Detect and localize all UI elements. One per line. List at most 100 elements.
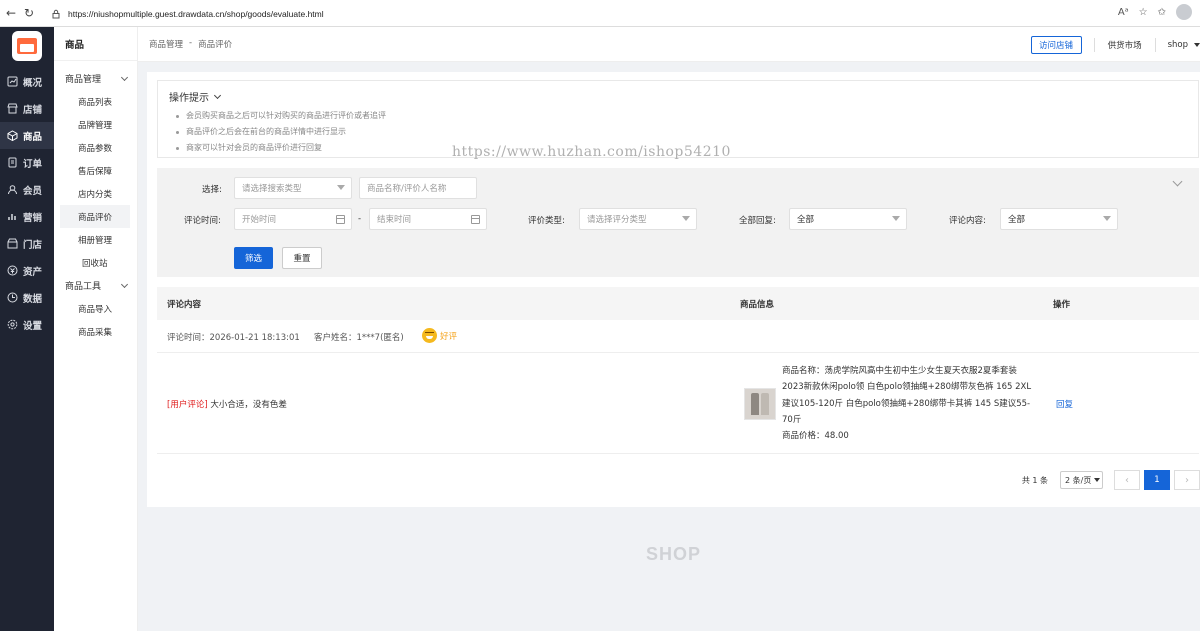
sidebar-item-label: 订单 <box>23 158 43 170</box>
chevron-up-icon <box>120 73 129 81</box>
col-goods: 商品信息 <box>740 299 775 310</box>
footer-logo: SHOP <box>646 544 702 564</box>
tips-toggle[interactable]: 操作提示 <box>169 89 222 104</box>
end-time-placeholder: 结束时间 <box>377 215 412 225</box>
sidebar-item-member[interactable]: 会员 <box>0 176 54 203</box>
content-select[interactable]: 全部 <box>1000 208 1118 230</box>
sidebar-item-shop[interactable]: 门店 <box>0 230 54 257</box>
prev-page-button[interactable]: ‹ <box>1114 470 1140 490</box>
search-type-placeholder: 请选择搜索类型 <box>242 184 302 194</box>
asset-icon <box>7 265 18 276</box>
chevron-up-icon <box>120 280 129 288</box>
filter-panel: 选择: 请选择搜索类型 商品名称/评价人名称 评论时间: 开始时间 - 结束时间… <box>157 168 1199 277</box>
sidebar-item-label: 概况 <box>23 77 43 89</box>
chevron-down-icon[interactable] <box>1172 176 1183 187</box>
breadcrumb-current: 商品评价 <box>198 40 233 50</box>
breadcrumb-goods-management[interactable]: 商品管理 <box>149 38 183 50</box>
supply-market-link[interactable]: 供货市场 <box>1095 39 1155 51</box>
end-time-input[interactable]: 结束时间 <box>369 208 487 230</box>
address-bar[interactable]: https://niushopmultiple.guest.drawdata.c… <box>42 3 1162 24</box>
reply-select[interactable]: 全部 <box>789 208 907 230</box>
col-review: 评论内容 <box>167 299 202 310</box>
customer-name: 客户姓名：1***7(匿名) <box>314 333 404 343</box>
calendar-icon <box>336 215 345 224</box>
sub-item-collect[interactable]: 商品采集 <box>54 320 137 343</box>
reply-link[interactable]: 回复 <box>1056 398 1073 410</box>
dashboard-icon <box>7 76 18 87</box>
user-name: shop <box>1167 39 1188 50</box>
sub-item-evaluate[interactable]: 商品评价 <box>60 205 130 228</box>
profile-avatar[interactable] <box>1176 4 1192 20</box>
reload-icon[interactable]: ↻ <box>18 2 40 24</box>
content-value: 全部 <box>1008 215 1026 225</box>
smile-icon <box>422 328 437 343</box>
sub-item-goods-list[interactable]: 商品列表 <box>54 90 137 113</box>
sub-item-brand[interactable]: 品牌管理 <box>54 113 137 136</box>
sub-item-recycle[interactable]: 回收站 <box>54 251 137 274</box>
evaluate-table: 评论内容 商品信息 操作 评论时间：2026-01-21 18:13:01 客户… <box>157 287 1199 454</box>
rating-label: 好评 <box>440 331 458 342</box>
breadcrumb-separator: - <box>189 38 193 48</box>
sub-item-after-sale[interactable]: 售后保障 <box>54 159 137 182</box>
brand-logo[interactable] <box>12 31 42 61</box>
reset-button[interactable]: 重置 <box>282 247 322 269</box>
visit-store-button[interactable]: 访问店铺 <box>1030 35 1082 54</box>
goods-name-line: 2023新款休闲polo领 白色polo领抽绳+280绑带灰色裤 165 2XL <box>782 382 1032 393</box>
review-content: [用户评论] 大小合适，没有色差 <box>167 398 287 410</box>
goods-thumbnail[interactable] <box>744 388 776 420</box>
keyword-input[interactable]: 商品名称/评价人名称 <box>359 177 477 199</box>
favorites-bar-icon[interactable]: ✩ <box>1158 7 1166 18</box>
chevron-down-icon <box>213 91 222 99</box>
caret-down-icon <box>1194 42 1200 47</box>
sidebar-item-label: 门店 <box>23 239 43 251</box>
read-aloud-icon[interactable]: Aᵃ <box>1118 7 1129 18</box>
tip-item: 商家可以针对会员的商品评价进行回复 <box>174 140 386 156</box>
next-page-button[interactable]: › <box>1174 470 1200 490</box>
pagination: 共 1 条 2 条/页 ‹ 1 › <box>1022 470 1200 490</box>
shop-icon <box>7 238 18 249</box>
caret-down-icon <box>682 216 690 221</box>
page-size-value: 2 条/页 <box>1065 475 1092 485</box>
group-goods-tools[interactable]: 商品工具 <box>54 274 137 297</box>
page-1-button[interactable]: 1 <box>1144 470 1170 490</box>
caret-down-icon <box>1103 216 1111 221</box>
lock-icon <box>50 8 62 20</box>
caret-down-icon <box>337 185 345 190</box>
favorite-icon[interactable]: ☆ <box>1139 7 1148 18</box>
sub-sidebar: 商品 商品管理 商品列表 品牌管理 商品参数 售后保障 店内分类 商品评价 相册… <box>54 27 138 631</box>
data-icon <box>7 292 18 303</box>
tip-item: 会员购买商品之后可以针对购买的商品进行评价或者追评 <box>174 108 386 124</box>
rating-type-select[interactable]: 请选择评分类型 <box>579 208 697 230</box>
sidebar-item-settings[interactable]: 设置 <box>0 311 54 338</box>
reply-label: 全部回复: <box>739 216 776 226</box>
store-icon <box>7 103 18 114</box>
sidebar-item-label: 营销 <box>23 212 43 224</box>
search-type-select[interactable]: 请选择搜索类型 <box>234 177 352 199</box>
sidebar-item-marketing[interactable]: 营销 <box>0 203 54 230</box>
sidebar-item-store[interactable]: 店铺 <box>0 95 54 122</box>
watermark-text: https://www.huzhan.com/ishop54210 <box>452 144 731 160</box>
sub-item-category[interactable]: 店内分类 <box>54 182 137 205</box>
top-header: 商品管理 - 商品评价 访问店铺 供货市场 shop <box>138 27 1200 62</box>
search-button[interactable]: 筛选 <box>234 247 273 269</box>
goods-name-line: 建议105-120斤 白色polo领抽绳+280绑带卡其裤 145 S建议55- <box>782 398 1031 409</box>
sidebar-item-goods[interactable]: 商品 <box>0 122 54 149</box>
review-meta-row: 评论时间：2026-01-21 18:13:01 客户姓名：1***7(匿名) … <box>157 320 1199 353</box>
group-goods-management[interactable]: 商品管理 <box>54 67 137 90</box>
sidebar-item-asset[interactable]: 资产 <box>0 257 54 284</box>
page-size-select[interactable]: 2 条/页 <box>1060 471 1103 489</box>
review-time: 评论时间：2026-01-21 18:13:01 <box>167 333 300 343</box>
sidebar-item-data[interactable]: 数据 <box>0 284 54 311</box>
content-card: 操作提示 会员购买商品之后可以针对购买的商品进行评价或者追评 商品评价之后会在前… <box>147 72 1200 507</box>
goods-name-line: 70斤 <box>782 414 802 425</box>
sub-item-import[interactable]: 商品导入 <box>54 297 137 320</box>
start-time-input[interactable]: 开始时间 <box>234 208 352 230</box>
sidebar-item-order[interactable]: 订单 <box>0 149 54 176</box>
marketing-icon <box>7 211 18 222</box>
sub-item-params[interactable]: 商品参数 <box>54 136 137 159</box>
sidebar-item-dashboard[interactable]: 概况 <box>0 68 54 95</box>
review-tag: [用户评论] <box>167 400 208 410</box>
breadcrumb: 商品管理 - 商品评价 <box>149 38 232 50</box>
sub-item-album[interactable]: 相册管理 <box>54 228 137 251</box>
user-menu[interactable]: shop <box>1156 40 1200 50</box>
